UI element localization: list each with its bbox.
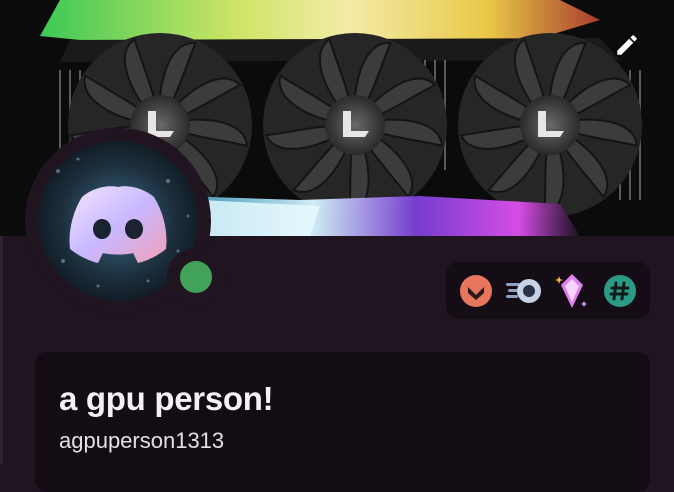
online-status-indicator [167, 248, 225, 306]
display-name: a gpu person! [59, 380, 274, 417]
avatar-frame [25, 128, 225, 314]
username: agpuperson1313 [59, 428, 225, 453]
edit-banner-button[interactable] [604, 22, 650, 68]
badge-list [446, 262, 650, 319]
online-status-dot [180, 261, 212, 293]
hypesquad-badge-icon[interactable] [456, 271, 496, 311]
profile-info-card: a gpu person! agpuperson1313 [35, 352, 650, 492]
pencil-icon [617, 35, 637, 55]
hashtag-badge-icon[interactable] [600, 271, 640, 311]
nitro-gem-badge-icon[interactable] [552, 271, 592, 311]
speed-boost-badge-icon[interactable] [504, 271, 544, 311]
